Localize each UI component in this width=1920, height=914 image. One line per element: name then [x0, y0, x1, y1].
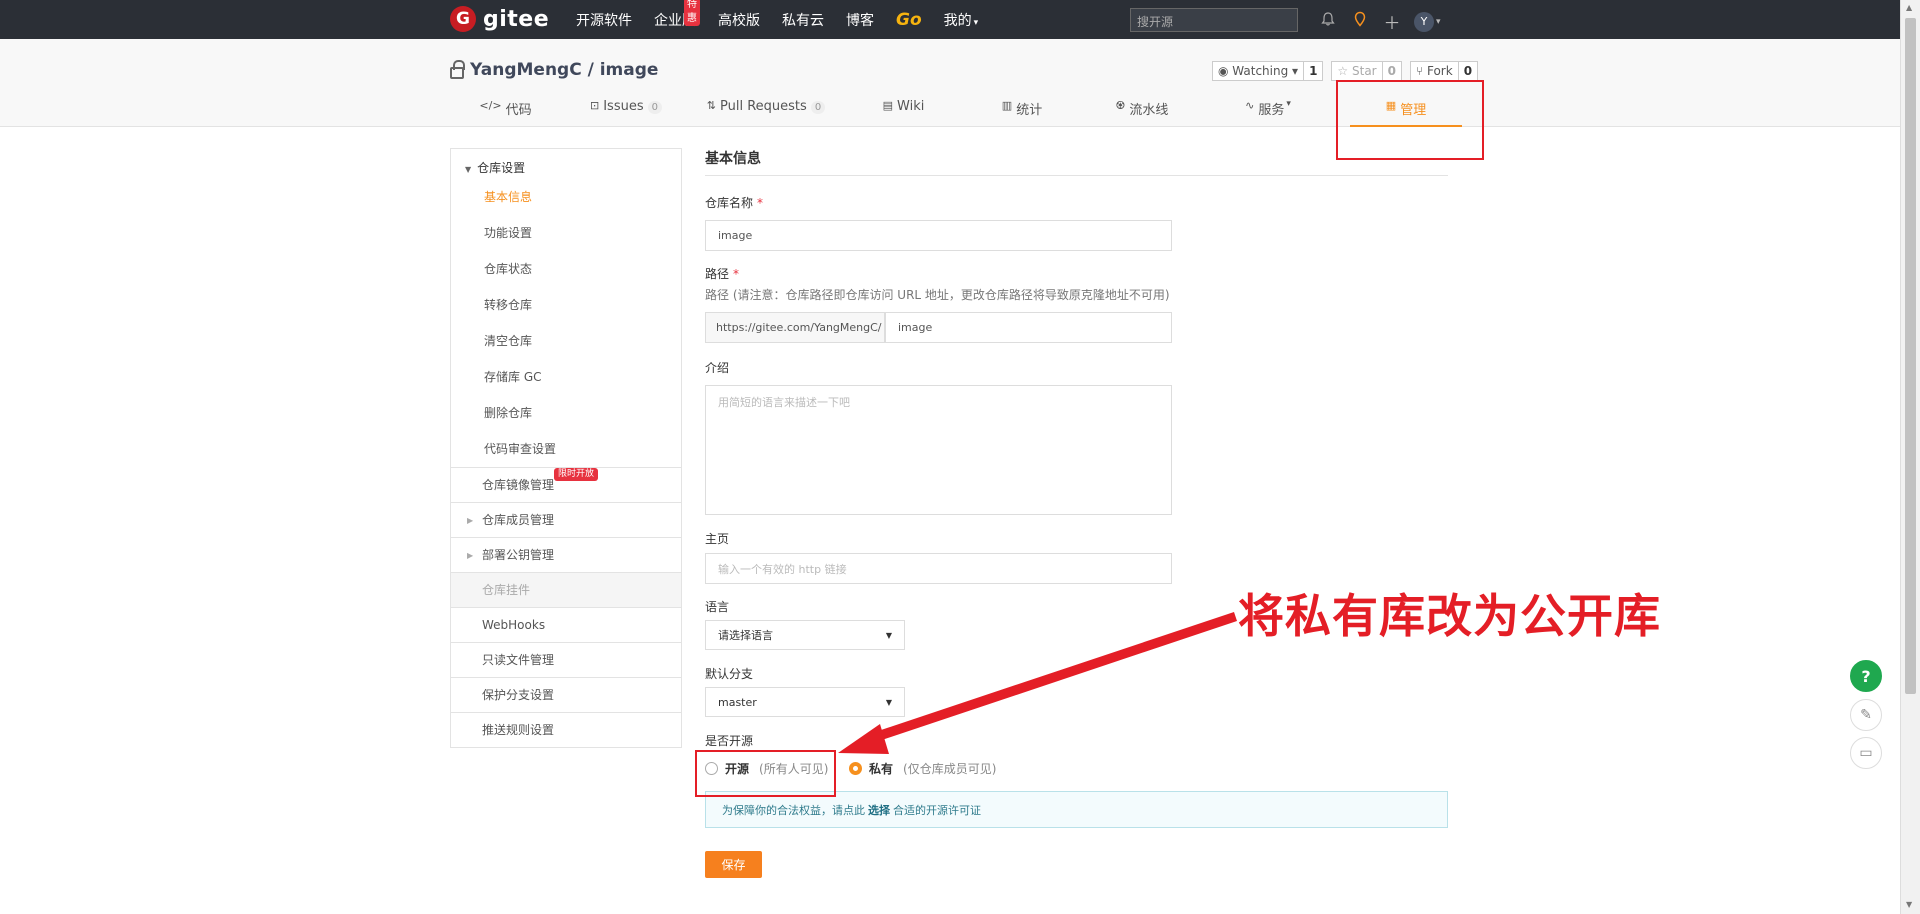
vertical-scrollbar[interactable]: ▲ ▼ — [1900, 0, 1920, 914]
help-button[interactable]: ? — [1850, 660, 1882, 692]
scroll-up-icon[interactable]: ▲ — [1906, 3, 1912, 12]
annotation-arrow — [838, 612, 1237, 754]
scroll-down-icon[interactable]: ▼ — [1906, 900, 1912, 909]
scrollbar-thumb[interactable] — [1905, 18, 1916, 694]
annotation-text: 将私有库改为公开库 — [1238, 589, 1661, 643]
edit-icon[interactable]: ✎ — [1850, 699, 1882, 731]
chat-icon[interactable]: ▭ — [1850, 737, 1882, 769]
